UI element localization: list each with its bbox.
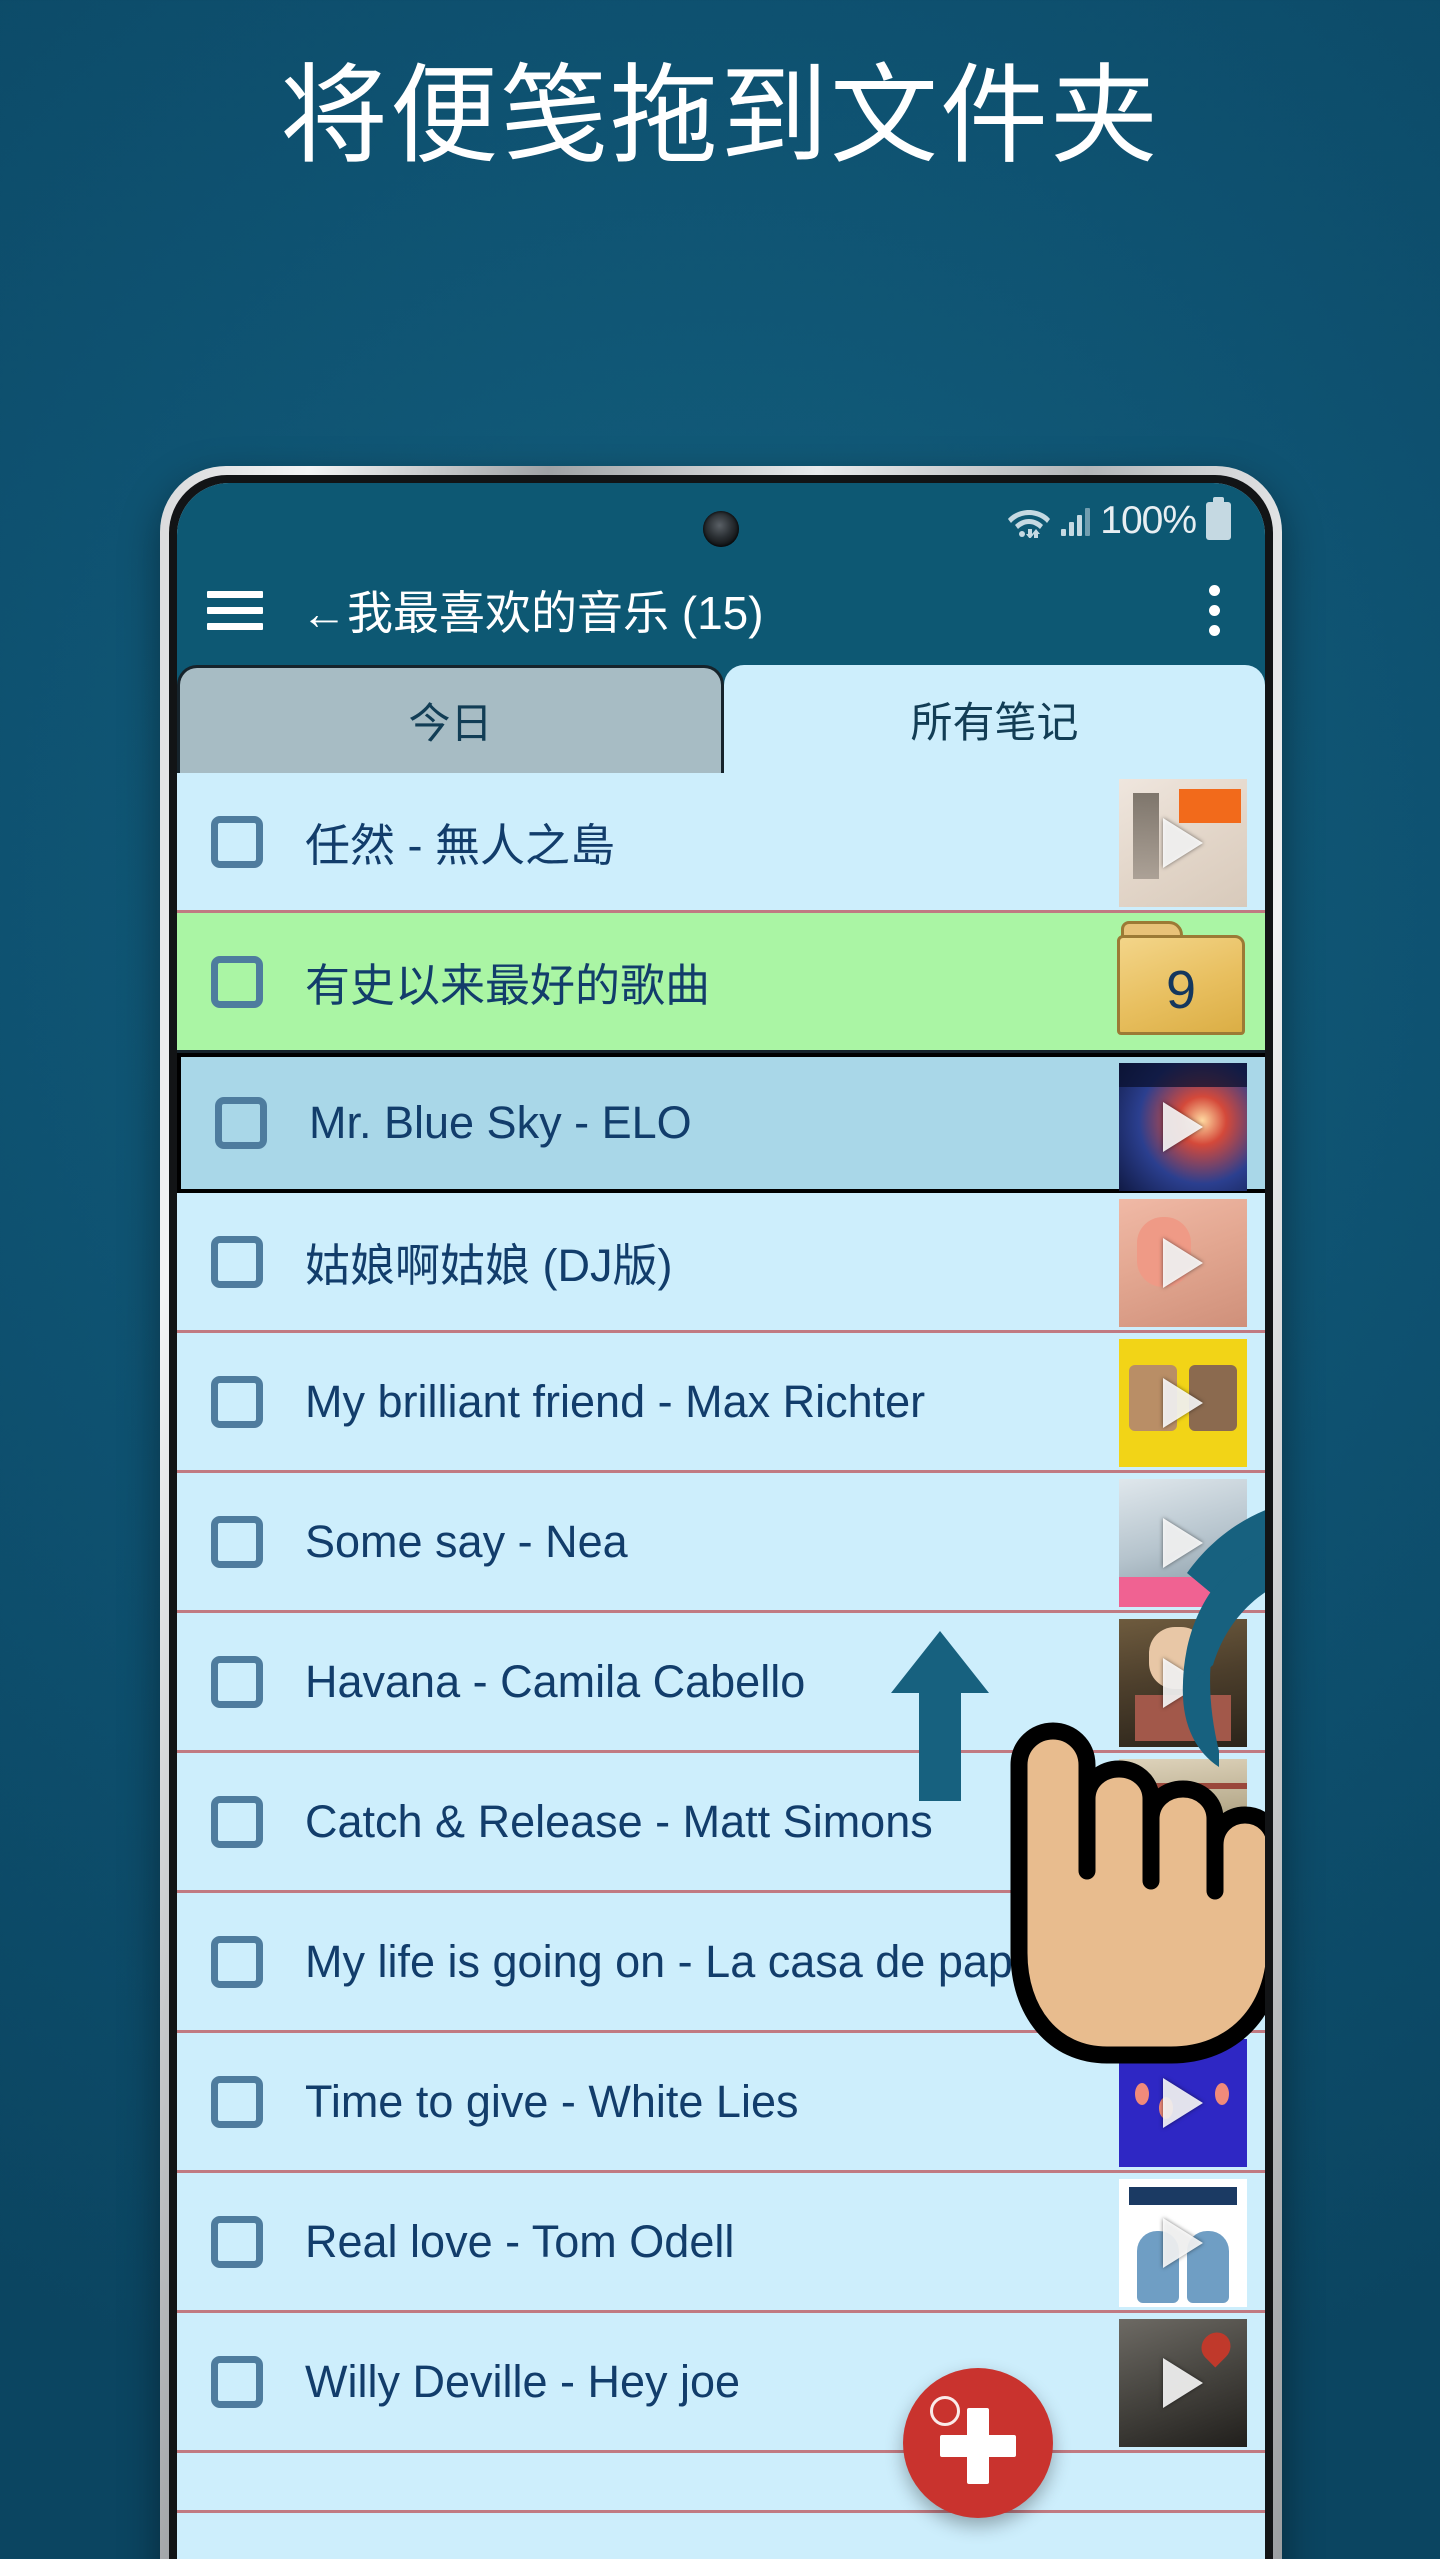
signal-icon (1061, 506, 1091, 536)
battery-percent-label: 100% (1100, 499, 1197, 542)
tab-all-notes[interactable]: 所有笔记 (724, 665, 1265, 773)
album-art-thumbnail[interactable] (1119, 2039, 1247, 2167)
list-item[interactable]: Willy Deville - Hey joe (177, 2313, 1265, 2453)
add-note-fab[interactable] (903, 2368, 1053, 2518)
album-art-thumbnail[interactable] (1119, 779, 1247, 907)
album-art-thumbnail[interactable] (1119, 1479, 1247, 1607)
list-item[interactable]: Some say - Nea (177, 1473, 1265, 1613)
album-art-thumbnail[interactable] (1119, 2319, 1247, 2447)
album-art-thumbnail[interactable] (1119, 1199, 1247, 1327)
list-item[interactable]: Havana - Camila Cabello (177, 1613, 1265, 1753)
row-checkbox[interactable] (211, 955, 263, 1008)
phone-mockup: 100% ←我最喜欢的音乐 (15) 今日 所有笔记 任然 - 無人之島 有史以… (160, 466, 1282, 2559)
play-icon (1163, 1238, 1203, 1288)
row-checkbox[interactable] (211, 1515, 263, 1568)
row-checkbox[interactable] (211, 1655, 263, 1708)
folder-icon[interactable]: 9 (1117, 915, 1247, 1035)
list-item[interactable]: Real love - Tom Odell (177, 2173, 1265, 2313)
folder-count-badge: 9 (1165, 960, 1197, 1020)
page-title: 将便笺拖到文件夹 (279, 55, 1160, 176)
list-item[interactable]: Catch & Release - Matt Simons (177, 1753, 1265, 1893)
row-checkbox[interactable] (215, 1097, 267, 1149)
hamburger-menu-icon[interactable] (207, 590, 263, 630)
list-item[interactable]: Time to give - White Lies (177, 2033, 1265, 2173)
row-checkbox[interactable] (211, 1235, 263, 1288)
list-item-selected[interactable]: Mr. Blue Sky - ELO (177, 1053, 1265, 1193)
row-checkbox[interactable] (211, 2215, 263, 2268)
list-item-drop-target[interactable]: 有史以来最好的歌曲 9 (177, 913, 1265, 1053)
toolbar-title-text: 我最喜欢的音乐 (15) (347, 587, 764, 639)
row-checkbox[interactable] (211, 1935, 263, 1988)
battery-icon (1206, 497, 1231, 540)
row-checkbox[interactable] (211, 2355, 263, 2408)
note-list[interactable]: 任然 - 無人之島 有史以来最好的歌曲 9 Mr. Blue Sky - ELO… (177, 773, 1265, 2559)
play-icon (1163, 818, 1203, 868)
overflow-menu-icon[interactable] (1191, 584, 1237, 636)
tab-bar: 今日 所有笔记 (177, 661, 1265, 773)
front-camera-icon (703, 511, 739, 547)
toolbar-title: ←我最喜欢的音乐 (15) (301, 577, 1191, 643)
back-arrow-icon[interactable]: ← (301, 587, 347, 639)
play-icon (1163, 2358, 1203, 2408)
album-art-thumbnail[interactable] (1119, 2179, 1247, 2307)
status-icon-group: 100% (1007, 497, 1231, 543)
play-icon (1163, 1658, 1203, 1708)
album-art-thumbnail[interactable] (1119, 1063, 1247, 1191)
phone-screen: 100% ←我最喜欢的音乐 (15) 今日 所有笔记 任然 - 無人之島 有史以… (177, 483, 1265, 2559)
album-art-thumbnail[interactable] (1119, 1899, 1247, 2027)
play-icon (1163, 1518, 1203, 1568)
fab-ripple-ring-icon (930, 2396, 960, 2426)
album-art-thumbnail[interactable] (1119, 1619, 1247, 1747)
album-art-thumbnail[interactable] (1119, 1339, 1247, 1467)
status-bar: 100% (177, 483, 1265, 559)
list-item[interactable]: My brilliant friend - Max Richter (177, 1333, 1265, 1473)
play-icon (1163, 1102, 1203, 1152)
row-checkbox[interactable] (211, 815, 263, 868)
row-checkbox[interactable] (211, 2075, 263, 2128)
row-checkbox[interactable] (211, 1795, 263, 1848)
list-item[interactable]: 任然 - 無人之島 (177, 773, 1265, 913)
play-icon (1163, 2078, 1203, 2128)
play-icon (1163, 1938, 1203, 1988)
album-art-thumbnail[interactable] (1119, 1759, 1247, 1887)
play-icon (1163, 2218, 1203, 2268)
tab-today[interactable]: 今日 (177, 665, 724, 773)
app-toolbar: ←我最喜欢的音乐 (15) (177, 559, 1265, 661)
play-icon (1163, 1378, 1203, 1428)
phone-bezel: 100% ←我最喜欢的音乐 (15) 今日 所有笔记 任然 - 無人之島 有史以… (169, 475, 1273, 2559)
list-item[interactable]: My life is going on - La casa de papel (177, 1893, 1265, 2033)
list-item[interactable] (177, 2453, 1265, 2513)
row-checkbox[interactable] (211, 1375, 263, 1428)
wifi-icon (1008, 510, 1051, 538)
list-item[interactable]: 姑娘啊姑娘 (DJ版) (177, 1193, 1265, 1333)
play-icon (1163, 1798, 1203, 1848)
